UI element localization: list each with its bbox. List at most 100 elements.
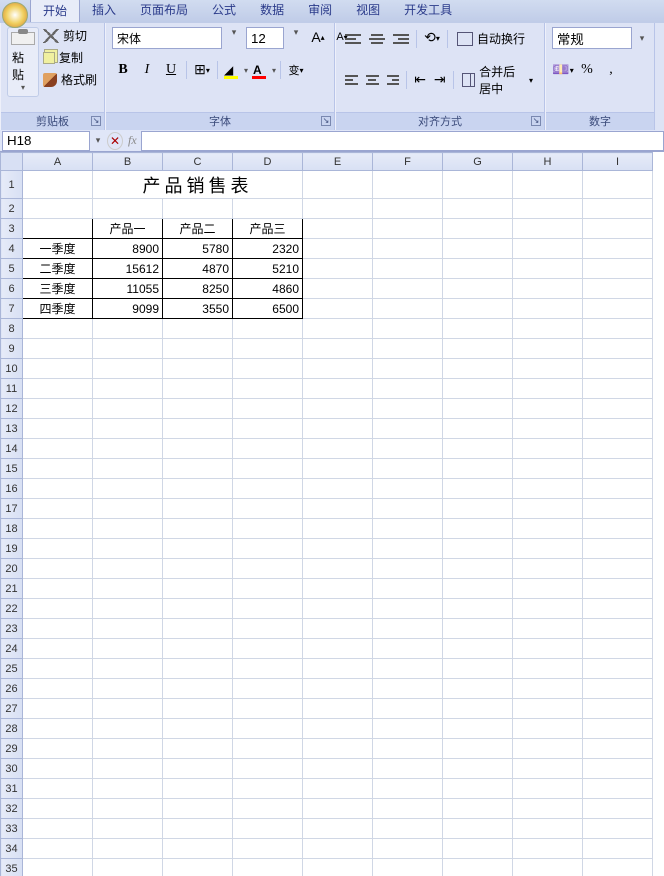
row-12[interactable]: 12 [1,399,23,419]
tab-insert[interactable]: 插入 [80,0,128,22]
cell[interactable] [583,539,653,559]
cell[interactable] [513,239,583,259]
font-expand-icon[interactable]: ↘ [321,116,331,126]
cell[interactable] [583,399,653,419]
cell[interactable] [23,759,93,779]
cell[interactable] [373,799,443,819]
cell[interactable] [163,839,233,859]
cell[interactable] [303,799,373,819]
italic-button[interactable]: I [136,59,158,81]
cell[interactable] [583,299,653,319]
cell[interactable] [93,739,163,759]
cell[interactable] [163,659,233,679]
row-33[interactable]: 33 [1,819,23,839]
cell[interactable] [233,579,303,599]
col-G[interactable]: G [443,153,513,171]
cell[interactable] [23,359,93,379]
cell[interactable] [303,779,373,799]
cell[interactable] [163,819,233,839]
cell[interactable] [373,199,443,219]
name-box[interactable] [2,131,90,151]
cell[interactable] [303,579,373,599]
cell[interactable]: 3550 [163,299,233,319]
fill-color-button[interactable]: ◢ ▾ [222,60,248,80]
cell[interactable] [163,639,233,659]
cell[interactable] [513,199,583,219]
cell[interactable] [373,539,443,559]
cell[interactable] [373,259,443,279]
cell[interactable] [583,659,653,679]
cell[interactable] [163,319,233,339]
cell[interactable]: 四季度 [23,299,93,319]
cell[interactable]: 产品二 [163,219,233,239]
cell[interactable] [23,779,93,799]
cell[interactable] [233,359,303,379]
cell[interactable] [583,419,653,439]
cell[interactable] [583,639,653,659]
cell[interactable]: 三季度 [23,279,93,299]
cell[interactable] [513,319,583,339]
cell[interactable] [583,599,653,619]
currency-button[interactable]: 💷▾ [552,59,574,81]
cell[interactable] [303,171,373,199]
cell[interactable] [163,699,233,719]
row-25[interactable]: 25 [1,659,23,679]
row-31[interactable]: 31 [1,779,23,799]
cell[interactable] [233,619,303,639]
cancel-icon[interactable]: ✕ [107,132,123,150]
cell[interactable] [23,219,93,239]
cell[interactable] [513,499,583,519]
cell[interactable] [583,819,653,839]
cell[interactable] [583,779,653,799]
cell[interactable] [583,219,653,239]
cell[interactable] [303,539,373,559]
cell[interactable] [93,799,163,819]
cell[interactable] [513,259,583,279]
col-F[interactable]: F [373,153,443,171]
cell[interactable] [93,539,163,559]
cell[interactable] [303,699,373,719]
phonetic-button[interactable]: 变▾ [285,59,307,81]
col-D[interactable]: D [233,153,303,171]
cell[interactable]: 15612 [93,259,163,279]
cell[interactable] [303,219,373,239]
cell[interactable] [443,339,513,359]
cell[interactable] [303,239,373,259]
row-23[interactable]: 23 [1,619,23,639]
row-17[interactable]: 17 [1,499,23,519]
cell[interactable] [583,679,653,699]
cell[interactable] [583,439,653,459]
cell[interactable] [233,539,303,559]
col-C[interactable]: C [163,153,233,171]
cell[interactable] [23,479,93,499]
cell[interactable] [23,859,93,876]
cell[interactable] [233,659,303,679]
row-14[interactable]: 14 [1,439,23,459]
cell[interactable] [373,579,443,599]
cell[interactable] [93,619,163,639]
cell[interactable] [513,659,583,679]
cell[interactable] [513,279,583,299]
cell[interactable] [443,479,513,499]
cell[interactable] [373,739,443,759]
row-19[interactable]: 19 [1,539,23,559]
cell[interactable] [513,439,583,459]
align-right-button[interactable] [384,70,403,90]
cell[interactable] [373,619,443,639]
cell[interactable] [583,339,653,359]
cell[interactable] [373,339,443,359]
cell[interactable] [93,459,163,479]
cell[interactable] [163,539,233,559]
cell[interactable]: 一季度 [23,239,93,259]
cell[interactable] [443,399,513,419]
cell[interactable] [583,739,653,759]
cell[interactable]: 6500 [233,299,303,319]
row-24[interactable]: 24 [1,639,23,659]
col-E[interactable]: E [303,153,373,171]
cell[interactable] [93,819,163,839]
cell[interactable] [443,519,513,539]
cell[interactable] [373,399,443,419]
cell[interactable] [583,839,653,859]
row-16[interactable]: 16 [1,479,23,499]
align-middle-button[interactable] [366,29,388,49]
